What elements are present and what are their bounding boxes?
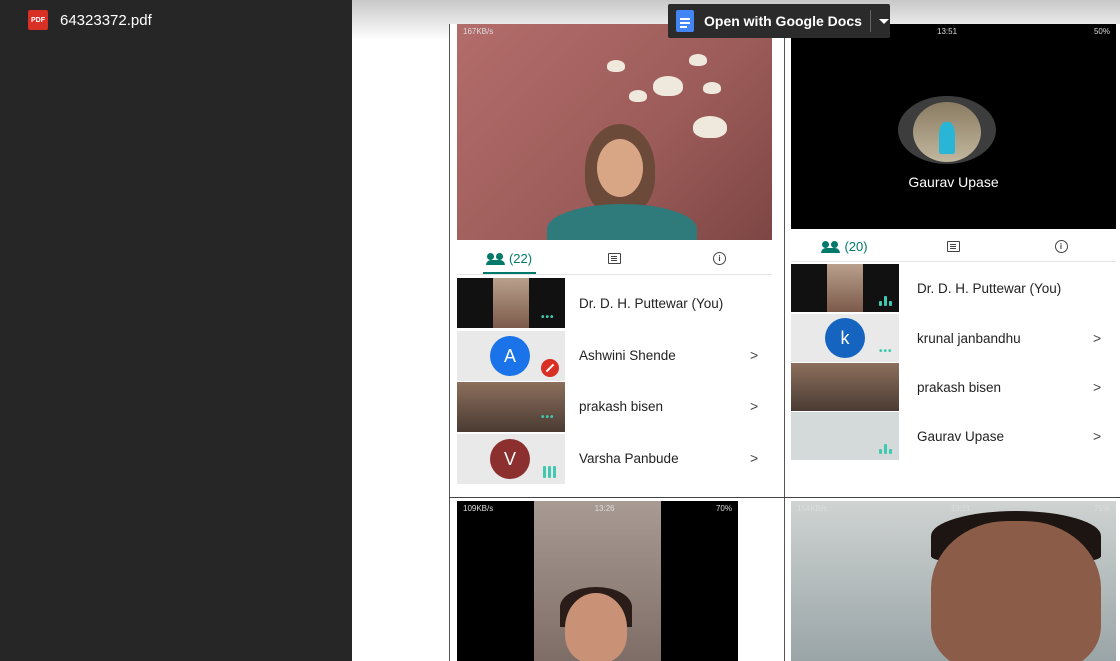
tab-participants[interactable]: (20) [791,239,899,254]
speaking-dots-icon: ••• [879,346,893,357]
participant-thumb: ••• [457,382,565,432]
google-docs-icon [676,10,694,32]
speaker-body [547,204,697,240]
participant-row[interactable]: Dr. D. H. Puttewar (You) [791,264,1116,312]
tab-info[interactable]: i [667,251,772,265]
chevron-right-icon[interactable]: > [1093,330,1101,346]
chevron-right-icon[interactable]: > [1093,428,1101,444]
pdf-file-icon: PDF [28,10,48,30]
participant-row[interactable]: Gaurav Upase > [791,412,1116,460]
chevron-right-icon[interactable]: > [1093,379,1101,395]
avatar: V [490,439,530,479]
participant-thumb: A [457,331,565,381]
avatar: k [825,318,865,358]
butterfly-decoration [693,116,727,138]
chat-icon [608,252,621,264]
tab-separator [457,274,772,275]
file-name: 64323372.pdf [60,11,152,29]
butterfly-decoration [607,60,625,72]
tab-participants[interactable]: (22) [457,251,562,266]
participant-name: Ashwini Shende [579,348,676,363]
participant-row[interactable]: V Varsha Panbude > [457,434,772,484]
participant-name: krunal janbandhu [917,331,1021,346]
people-icon [821,241,841,253]
panel1-tabs: (22) i [457,245,772,271]
info-icon: i [713,251,726,265]
participant-thumb [791,412,899,460]
viewer-sidebar: PDF 64323372.pdf [0,0,352,661]
participant-name: prakash bisen [579,399,664,414]
participant-count: (20) [844,238,868,254]
participant-name: Dr. D. H. Puttewar (You) [579,296,724,311]
people-icon [485,253,505,265]
panel4-statusbar: 154KB/s 13:21 75% [797,504,1110,513]
mic-muted-icon [541,359,559,377]
participant-row[interactable]: A Ashwini Shende > [457,331,772,381]
speaker-face [931,521,1101,661]
participant-video [827,264,863,312]
butterfly-decoration [653,76,683,96]
participant-row[interactable]: ••• Dr. D. H. Puttewar (You) [457,277,772,329]
speaking-dots-icon: ••• [541,412,555,423]
butterfly-decoration [703,82,721,94]
butterfly-decoration [689,54,707,66]
open-with-google-docs-button[interactable]: Open with Google Docs [668,4,890,38]
panel1-video: 167KB/s [457,24,772,240]
chevron-right-icon[interactable]: > [750,347,758,363]
participant-row[interactable]: prakash bisen > [791,363,1116,411]
speaker-face [597,139,643,197]
page-left-border [449,24,450,661]
audio-level-icon [879,296,892,306]
chevron-right-icon[interactable]: > [750,450,758,466]
participant-thumb: k ••• [791,314,899,362]
audio-level-icon [543,466,556,478]
panel3-statusbar: 109KB/s 13:26 70% [463,504,732,513]
speaker-face [565,593,627,661]
participant-count: (22) [508,250,533,266]
tab-chat[interactable] [562,252,667,264]
panel3-video: 109KB/s 13:26 70% [457,501,738,661]
audio-level-icon [879,444,892,454]
chevron-down-icon[interactable] [878,18,889,24]
participant-name: Dr. D. H. Puttewar (You) [917,281,1062,296]
panel4-video: 154KB/s 13:21 75% [791,501,1116,661]
tab-info[interactable]: i [1007,239,1115,253]
video-participant-name: Gaurav Upase [908,174,999,190]
participant-video [493,278,529,328]
participant-thumb [791,363,899,411]
avatar [913,102,981,162]
tab-separator [791,261,1116,262]
panel2-video: 13:51 50% Gaurav Upase [791,24,1116,229]
participant-thumb: V [457,434,565,484]
participant-thumb: ••• [457,278,565,328]
chevron-right-icon[interactable]: > [750,398,758,414]
participant-row[interactable]: ••• prakash bisen > [457,382,772,432]
tab-chat[interactable] [899,240,1007,252]
participant-row[interactable]: k ••• krunal janbandhu > [791,314,1116,362]
butterfly-decoration [629,90,647,102]
info-icon: i [1054,239,1068,253]
open-with-label: Open with Google Docs [704,13,862,29]
participant-name: prakash bisen [917,380,1002,395]
speaking-dots-icon: ••• [541,312,555,323]
file-header: PDF 64323372.pdf [28,10,152,30]
page-horizontal-divider [449,497,1120,498]
participant-name: Gaurav Upase [917,429,1005,444]
panel2-tabs: (20) i [791,233,1116,259]
chat-icon [946,240,960,252]
page-vertical-divider [784,24,785,661]
participant-thumb [791,264,899,312]
avatar: A [490,336,530,376]
open-with-separator [869,10,871,32]
participant-name: Varsha Panbude [579,451,679,466]
